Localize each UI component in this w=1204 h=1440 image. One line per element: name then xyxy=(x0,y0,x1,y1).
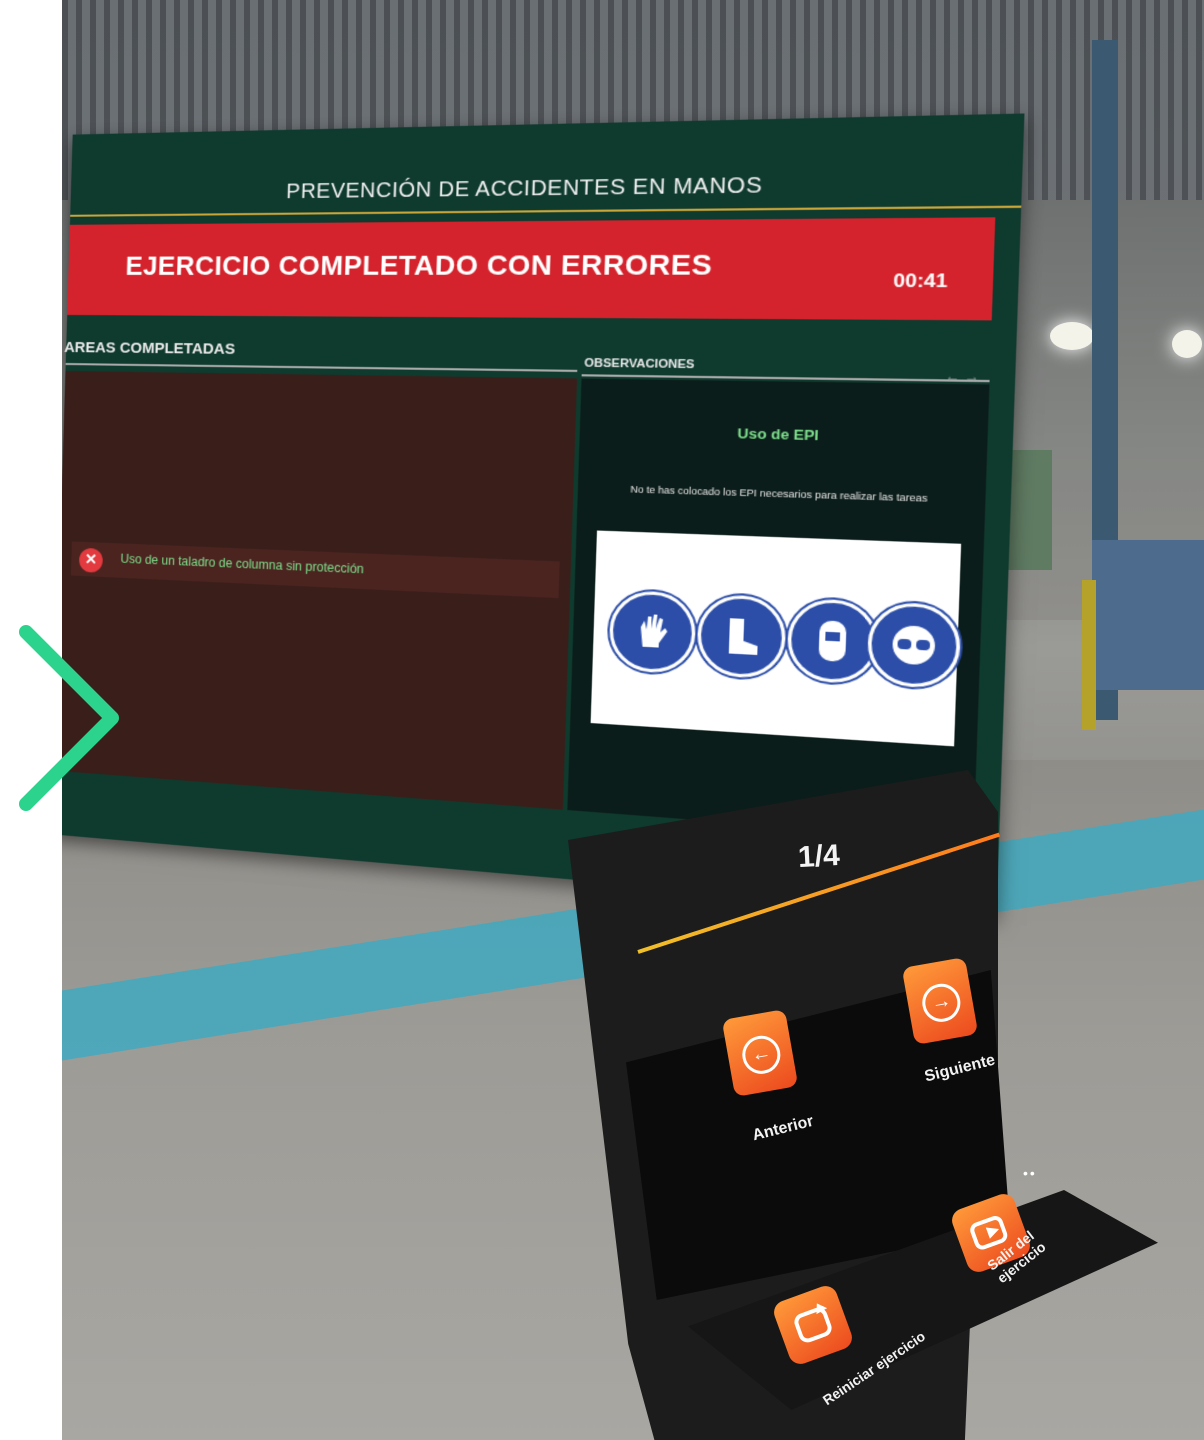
yellow-bollard xyxy=(1082,580,1096,730)
task-row[interactable]: ✕ Uso de un taladro de columna sin prote… xyxy=(70,541,560,599)
more-indicator: •• xyxy=(1023,1165,1037,1181)
gloves-icon xyxy=(608,589,697,675)
status-banner: EJERCICIO COMPLETADO CON ERRORES 00:41 xyxy=(67,217,996,321)
safety-boots-icon xyxy=(696,593,787,680)
error-x-icon: ✕ xyxy=(78,547,104,573)
vr-scene: PREVENCIÓN DE ACCIDENTES EN MANOS EJERCI… xyxy=(62,0,1204,1440)
board-title: PREVENCIÓN DE ACCIDENTES EN MANOS xyxy=(70,159,1023,217)
tasks-heading: AREAS COMPLETADAS xyxy=(63,338,236,359)
ceiling-light xyxy=(1172,330,1202,358)
page-indicator: 1/4 xyxy=(797,838,841,875)
epi-signs xyxy=(590,530,962,747)
next-button[interactable]: → xyxy=(901,957,979,1045)
tasks-divider xyxy=(65,362,578,372)
observations-nav-arrows[interactable]: ← → xyxy=(945,368,980,384)
completed-tasks-panel: ✕ Uso de un taladro de columna sin prote… xyxy=(62,370,578,810)
observations-heading: OBSERVACIONES xyxy=(584,356,695,372)
status-title: EJERCICIO COMPLETADO CON ERRORES xyxy=(125,248,713,282)
face-shield-icon xyxy=(786,597,880,686)
previous-button[interactable]: ← xyxy=(721,1009,799,1097)
safety-goggles-icon xyxy=(866,601,962,690)
observation-title: Uso de EPI xyxy=(737,425,820,444)
waste-container xyxy=(1092,540,1204,690)
arrow-left-icon: ← xyxy=(739,1032,784,1077)
control-kiosk: 1/4 ← Anterior → Siguiente •• Reiniciar … xyxy=(568,770,1158,1440)
observation-description: No te has colocado los EPI necesarios pa… xyxy=(630,483,928,504)
chevron-right-icon[interactable] xyxy=(14,618,129,818)
task-label: Uso de un taladro de columna sin protecc… xyxy=(120,551,365,577)
ceiling-light xyxy=(1050,322,1094,350)
arrow-right-icon: → xyxy=(919,980,964,1025)
exercise-timer: 00:41 xyxy=(893,270,948,292)
